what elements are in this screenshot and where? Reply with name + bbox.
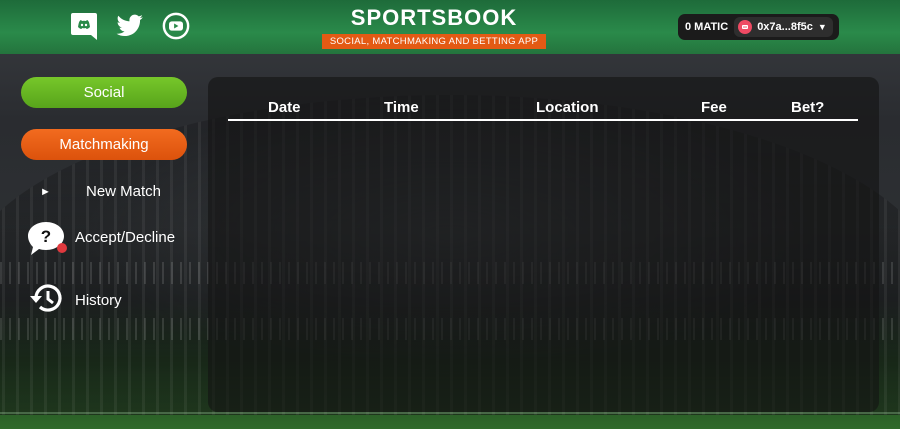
account-button[interactable]: 0x7a...8f5c ▼ [734,17,833,37]
table-header: Date Time Location Fee Bet? [228,99,858,121]
column-header-bet: Bet? [791,99,825,116]
sidebar-item-accept-decline[interactable]: ? Accept/Decline [27,220,176,255]
column-header-location: Location [536,99,599,116]
app-tagline: SOCIAL, MATCHMAKING AND BETTING APP [321,34,547,49]
column-header-time: Time [384,99,419,116]
play-arrow-icon: ► [40,185,51,198]
column-header-fee: Fee [701,99,727,116]
social-button[interactable]: Social [21,77,187,108]
sidebar-item-label: New Match [86,183,162,200]
sidebar-item-history[interactable]: History [27,280,122,320]
svg-text:?: ? [41,227,51,246]
sidebar-item-label: Accept/Decline [75,228,176,246]
sidebar-item-new-match[interactable]: ► New Match [40,183,161,200]
wallet-address: 0x7a...8f5c [757,21,813,33]
app-header: SPORTSBOOK SOCIAL, MATCHMAKING AND BETTI… [0,0,900,54]
question-bubble-icon: ? [27,220,67,255]
matchmaking-button[interactable]: Matchmaking [21,129,187,160]
history-icon [27,280,65,320]
wallet-balance: 0 MATIC [685,21,729,33]
sidebar: Social Matchmaking ► New Match ? Accept/… [0,54,205,429]
chevron-down-icon: ▼ [817,22,827,32]
matches-panel: Date Time Location Fee Bet? [208,77,879,412]
avatar [738,20,753,34]
wallet-widget[interactable]: 0 MATIC 0x7a...8f5c ▼ [678,14,839,40]
column-header-date: Date [268,99,301,116]
sidebar-item-label: History [75,291,122,309]
